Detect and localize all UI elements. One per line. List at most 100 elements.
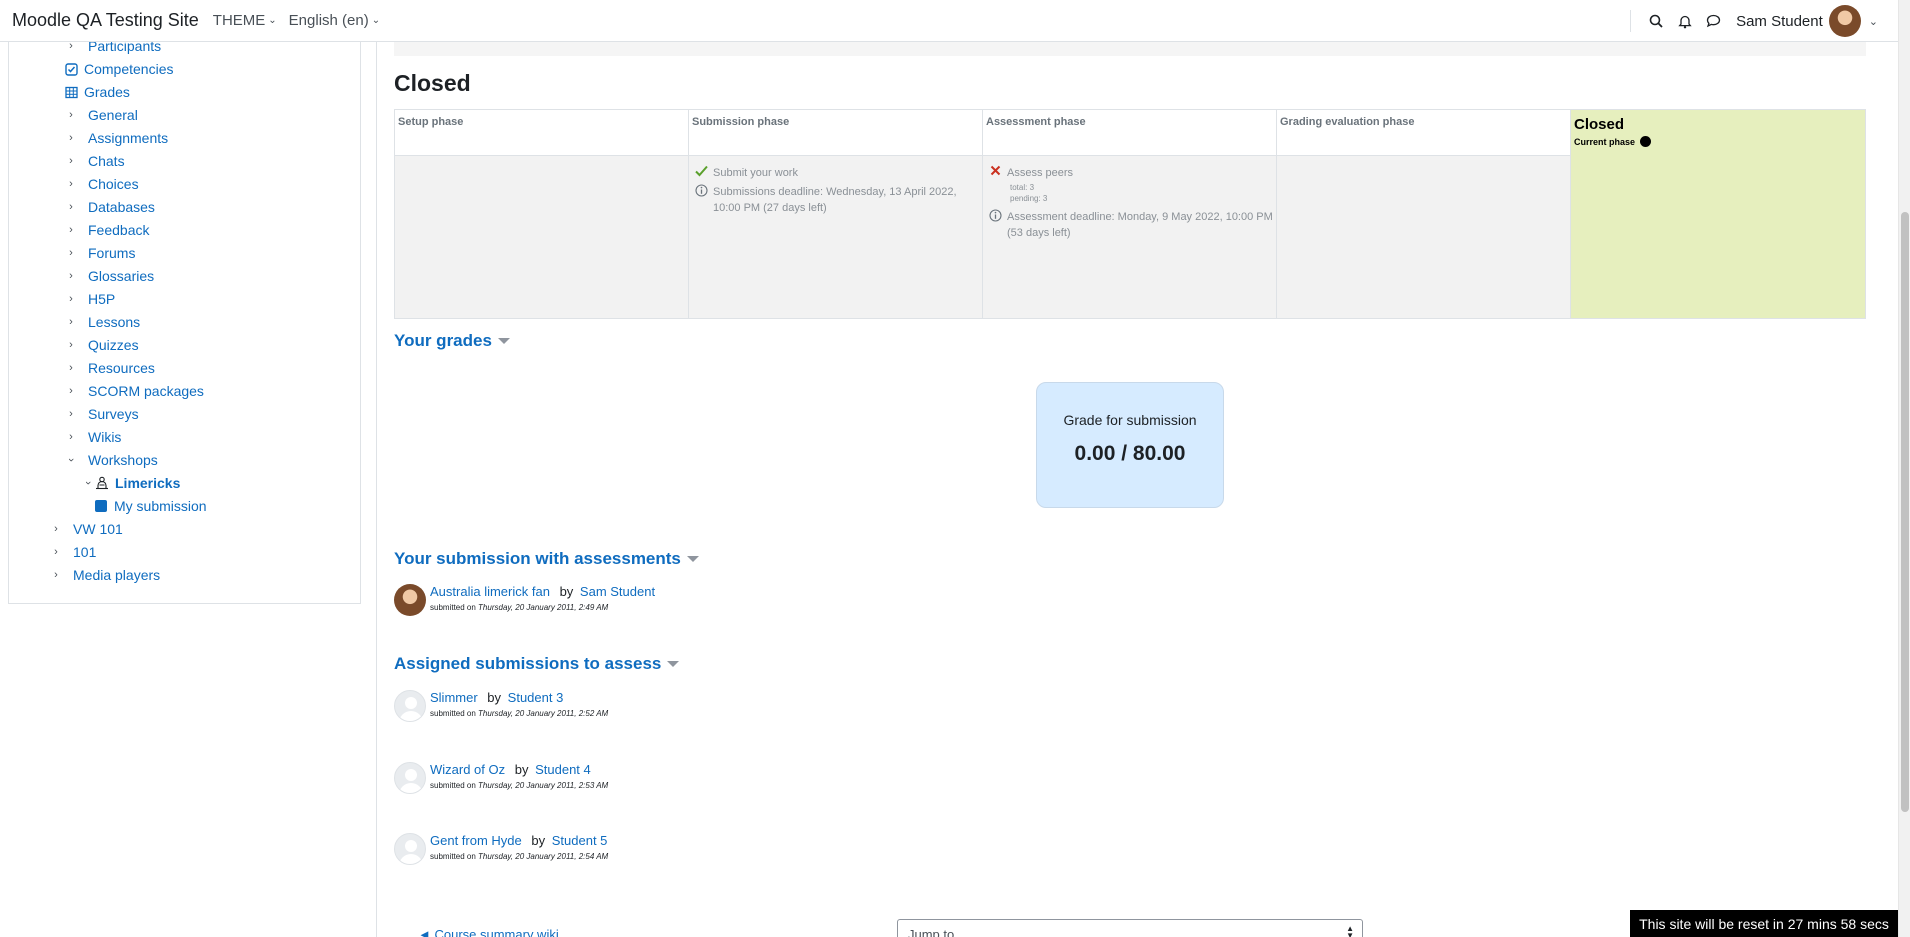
default-avatar-icon[interactable] [394,833,426,865]
chevron-right-icon[interactable]: › [66,362,76,374]
caret-down-icon[interactable] [667,661,680,667]
chevron-right-icon[interactable]: › [66,293,76,305]
chevron-right-icon[interactable]: › [51,569,61,581]
chevron-right-icon[interactable]: › [66,155,76,167]
chevron-right-icon[interactable]: › [66,408,76,420]
sidebar-item-label[interactable]: Choices [88,176,139,192]
chevron-down-icon[interactable]: › [82,478,94,488]
chevron-right-icon[interactable]: › [66,385,76,397]
author-link[interactable]: Student 3 [508,690,564,705]
chevron-right-icon[interactable]: › [66,224,76,236]
sidebar-item-grades[interactable]: Grades [64,81,130,103]
sidebar-item-label[interactable]: Workshops [88,452,158,468]
section-heading-label[interactable]: Your grades [394,331,492,351]
sidebar-item-label[interactable]: My submission [114,498,207,514]
chevron-right-icon[interactable]: › [66,247,76,259]
sidebar-item-forums[interactable]: › Forums [66,242,135,264]
sidebar-item-label[interactable]: SCORM packages [88,383,204,399]
submission-title-link[interactable]: Wizard of Oz [430,762,505,777]
sidebar-item-label[interactable]: Feedback [88,222,149,238]
user-avatar[interactable] [1828,5,1861,37]
your-grades-heading[interactable]: Your grades [394,331,510,351]
sidebar-item-label[interactable]: H5P [88,291,115,307]
sidebar-item-competencies[interactable]: Competencies [64,58,174,80]
section-heading-label[interactable]: Your submission with assessments [394,549,681,569]
sidebar-item-label[interactable]: VW 101 [73,521,123,537]
sidebar-item-label[interactable]: Assignments [88,130,168,146]
sidebar-item-feedback[interactable]: › Feedback [66,219,149,241]
user-name[interactable]: Sam Student [1736,13,1823,30]
sidebar-item-label[interactable]: Quizzes [88,337,139,353]
default-avatar-icon[interactable] [394,762,426,794]
chevron-right-icon[interactable]: › [66,132,76,144]
author-link[interactable]: Student 5 [552,833,608,848]
assigned-submissions-heading[interactable]: Assigned submissions to assess [394,654,680,674]
chevron-right-icon[interactable]: › [66,431,76,443]
sidebar-item-scorm-packages[interactable]: › SCORM packages [66,380,204,402]
sidebar-item-resources[interactable]: › Resources [66,357,155,379]
author-link[interactable]: Sam Student [580,584,655,599]
bell-icon[interactable] [1670,14,1699,29]
author-link[interactable]: Student 4 [535,762,591,777]
sidebar-item-label[interactable]: Wikis [88,429,121,445]
chat-bubble-icon[interactable] [1699,14,1728,28]
sidebar-item-label[interactable]: Limericks [115,475,180,491]
jump-to-select[interactable]: Jump to... ▲ ▼ [897,919,1363,937]
search-icon[interactable] [1641,14,1670,28]
chevron-right-icon[interactable]: › [66,178,76,190]
sidebar-item-my-submission[interactable]: My submission [94,495,207,517]
sidebar-item-media-players[interactable]: › Media players [51,564,160,586]
page-scrollbar[interactable] [1898,0,1910,937]
submission-title-link[interactable]: Gent from Hyde [430,833,522,848]
sidebar-item-label[interactable]: Forums [88,245,135,261]
caret-down-icon[interactable] [497,338,510,344]
sidebar-item-surveys[interactable]: › Surveys [66,403,139,425]
sidebar-item-limericks[interactable]: › Limericks [82,472,180,494]
sidebar-item-label[interactable]: Grades [84,84,130,100]
sidebar-item-label[interactable]: Databases [88,199,155,215]
default-avatar-icon[interactable] [394,690,426,722]
sidebar-item-label[interactable]: Lessons [88,314,140,330]
sidebar-item-label[interactable]: General [88,107,138,123]
sidebar-item-wikis[interactable]: › Wikis [66,426,121,448]
sidebar-item-databases[interactable]: › Databases [66,196,155,218]
submission-title-link[interactable]: Slimmer [430,690,478,705]
sidebar-item-label[interactable]: Surveys [88,406,139,422]
user-menu-chevron-down-icon[interactable]: ⌄ [1869,15,1878,28]
chevron-right-icon[interactable]: › [66,201,76,213]
sidebar-item-choices[interactable]: › Choices [66,173,139,195]
sidebar-item-h5p[interactable]: › H5P [66,288,115,310]
sidebar-item-label[interactable]: Media players [73,567,160,583]
sidebar-item-label[interactable]: Chats [88,153,125,169]
chevron-down-icon[interactable]: › [65,455,77,465]
chevron-right-icon[interactable]: › [66,339,76,351]
sidebar-item-glossaries[interactable]: › Glossaries [66,265,154,287]
sidebar-item-general[interactable]: › General [66,104,138,126]
sidebar-item-workshops[interactable]: › Workshops [65,449,158,471]
author-avatar[interactable] [394,584,426,616]
chevron-right-icon[interactable]: › [51,523,61,535]
scrollbar-thumb[interactable] [1901,212,1909,812]
sidebar-item-label[interactable]: Competencies [84,61,174,77]
chevron-right-icon[interactable]: › [66,316,76,328]
chevron-right-icon[interactable]: › [66,270,76,282]
sidebar-item-vw-101[interactable]: › VW 101 [51,518,123,540]
site-name-link[interactable]: Moodle QA Testing Site [12,10,199,31]
sidebar-item-101[interactable]: › 101 [51,541,96,563]
sidebar-item-label[interactable]: 101 [73,544,96,560]
language-menu[interactable]: English (en) ⌄ [289,12,380,29]
sidebar-item-lessons[interactable]: › Lessons [66,311,140,333]
previous-activity-link[interactable]: ◄ Course summary wiki [418,927,559,937]
section-heading-label[interactable]: Assigned submissions to assess [394,654,661,674]
sidebar-item-label[interactable]: Resources [88,360,155,376]
submission-title-link[interactable]: Australia limerick fan [430,584,550,599]
caret-down-icon[interactable] [686,556,699,562]
sidebar-item-quizzes[interactable]: › Quizzes [66,334,139,356]
sidebar-item-chats[interactable]: › Chats [66,150,125,172]
your-submission-heading[interactable]: Your submission with assessments [394,549,699,569]
chevron-right-icon[interactable]: › [51,546,61,558]
theme-menu[interactable]: THEME ⌄ [213,12,277,29]
sidebar-item-label[interactable]: Glossaries [88,268,154,284]
chevron-right-icon[interactable]: › [66,109,76,121]
sidebar-item-assignments[interactable]: › Assignments [66,127,168,149]
